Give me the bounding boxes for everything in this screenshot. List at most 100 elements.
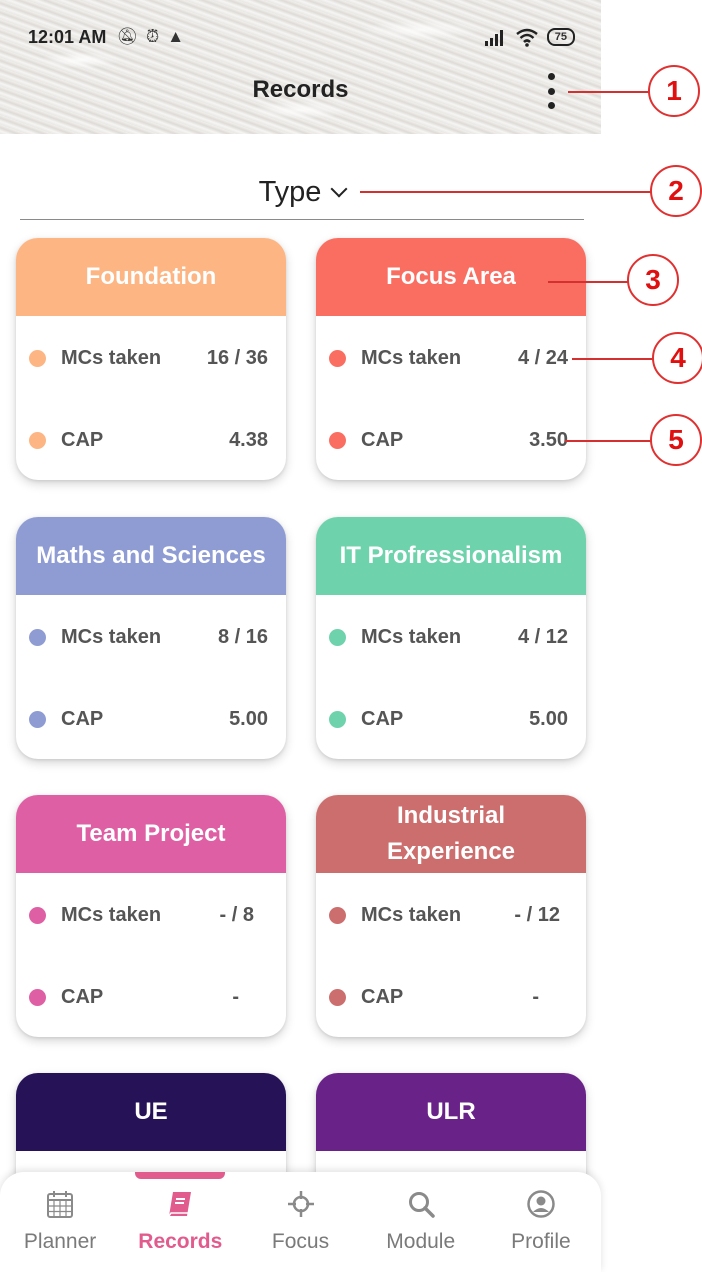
app-notification-icon: ▲ — [167, 27, 185, 46]
nav-records[interactable]: Records — [120, 1172, 240, 1272]
card-title: Maths and Sciences — [16, 517, 286, 595]
record-card-maths-and-sciences[interactable]: Maths and Sciences MCs taken 8 / 16 CAP … — [16, 517, 286, 759]
record-card-it-professionalism[interactable]: IT Profressionalism MCs taken 4 / 12 CAP… — [316, 517, 586, 759]
mcs-label: MCs taken — [61, 903, 162, 926]
card-title: Industrial Experience — [316, 795, 586, 873]
card-title: IT Profressionalism — [316, 517, 586, 595]
card-title: UE — [16, 1073, 286, 1151]
mcs-value: - / 12 — [514, 903, 560, 926]
cap-value: 4.38 — [229, 428, 268, 451]
bullet-dot — [29, 431, 46, 449]
mcs-label: MCs taken — [61, 346, 162, 369]
bullet-dot — [329, 628, 346, 646]
annotation-line — [572, 358, 656, 360]
annotation-line — [565, 440, 652, 442]
wifi-icon — [515, 28, 538, 47]
chevron-down-icon — [330, 180, 348, 198]
type-dropdown-label: Type — [258, 175, 322, 208]
nav-label: Focus — [271, 1230, 330, 1253]
signal-icon — [484, 30, 503, 46]
book-icon — [164, 1188, 196, 1220]
card-title: Team Project — [16, 795, 286, 873]
cap-value: 5.00 — [529, 707, 568, 730]
annotation-marker-2: 2 — [650, 165, 702, 217]
mcs-label: MCs taken — [361, 903, 462, 926]
mcs-label: MCs taken — [361, 625, 462, 648]
cap-row: CAP - — [316, 982, 586, 1012]
nav-planner[interactable]: Planner — [0, 1172, 120, 1272]
mcs-value: 4 / 24 — [517, 346, 568, 369]
mcs-row: MCs taken 4 / 12 — [316, 622, 586, 652]
annotation-line — [548, 281, 630, 283]
bullet-dot — [329, 349, 346, 367]
annotation-marker-4: 4 — [652, 332, 702, 384]
card-title: Foundation — [16, 238, 286, 316]
nav-label: Module — [386, 1230, 456, 1253]
cap-value: - — [532, 985, 539, 1008]
type-dropdown[interactable]: Type — [20, 165, 584, 220]
more-options-icon[interactable] — [541, 73, 561, 109]
cap-label: CAP — [61, 985, 104, 1008]
bullet-dot — [329, 906, 346, 924]
status-bar: 12:01 AM 🔕︎ ⏰︎ ▲ 75 — [28, 24, 575, 50]
mcs-row: MCs taken - / 8 — [16, 900, 286, 930]
cap-value: - — [232, 985, 239, 1008]
cap-row: CAP 4.38 — [16, 425, 286, 455]
mcs-row: MCs taken 16 / 36 — [16, 343, 286, 373]
annotation-marker-5: 5 — [650, 414, 702, 466]
cap-row: CAP 3.50 — [316, 425, 586, 455]
mcs-row: MCs taken 8 / 16 — [16, 622, 286, 652]
cap-label: CAP — [361, 428, 404, 451]
cap-value: 5.00 — [229, 707, 268, 730]
nav-label: Profile — [511, 1230, 571, 1253]
annotation-line — [568, 91, 650, 93]
cap-label: CAP — [61, 707, 104, 730]
nav-focus[interactable]: Focus — [240, 1172, 360, 1272]
mcs-row: MCs taken 4 / 24 — [316, 343, 586, 373]
bullet-dot — [329, 710, 346, 728]
cap-row: CAP - — [16, 982, 286, 1012]
mcs-label: MCs taken — [61, 625, 162, 648]
cap-label: CAP — [361, 985, 404, 1008]
mcs-row: MCs taken - / 12 — [316, 900, 586, 930]
bullet-dot — [329, 431, 346, 449]
bullet-dot — [29, 906, 46, 924]
crosshair-icon — [285, 1188, 317, 1220]
bullet-dot — [329, 988, 346, 1006]
nav-profile[interactable]: Profile — [481, 1172, 601, 1272]
annotation-marker-1: 1 — [648, 65, 700, 117]
nav-module[interactable]: Module — [361, 1172, 481, 1272]
annotation-line — [360, 191, 652, 193]
cap-label: CAP — [61, 428, 104, 451]
record-card-foundation[interactable]: Foundation MCs taken 16 / 36 CAP 4.38 — [16, 238, 286, 480]
mcs-label: MCs taken — [361, 346, 462, 369]
bullet-dot — [29, 988, 46, 1006]
active-tab-indicator — [135, 1172, 225, 1179]
bullet-dot — [29, 349, 46, 367]
nav-label: Records — [138, 1230, 223, 1253]
card-title: ULR — [316, 1073, 586, 1151]
record-card-focus-area[interactable]: Focus Area MCs taken 4 / 24 CAP 3.50 — [316, 238, 586, 480]
bullet-dot — [29, 710, 46, 728]
mcs-value: - / 8 — [219, 903, 254, 926]
cap-label: CAP — [361, 707, 404, 730]
cap-row: CAP 5.00 — [316, 704, 586, 734]
search-icon — [405, 1188, 437, 1220]
profile-icon — [525, 1188, 557, 1220]
calendar-icon — [44, 1188, 76, 1220]
page-title: Records — [252, 76, 349, 103]
mcs-value: 16 / 36 — [206, 346, 268, 369]
record-card-team-project[interactable]: Team Project MCs taken - / 8 CAP - — [16, 795, 286, 1037]
bullet-dot — [29, 628, 46, 646]
mute-icon: 🔕︎ — [116, 27, 138, 46]
nav-label: Planner — [23, 1230, 97, 1253]
cap-row: CAP 5.00 — [16, 704, 286, 734]
status-time: 12:01 AM — [28, 26, 107, 47]
cap-value: 3.50 — [529, 428, 568, 451]
alarm-icon: ⏰︎ — [145, 27, 160, 46]
card-title: Focus Area — [316, 238, 586, 316]
bottom-navigation: Planner Records Focus Module Profile — [0, 1172, 601, 1272]
mcs-value: 4 / 12 — [517, 625, 568, 648]
record-card-industrial-experience[interactable]: Industrial Experience MCs taken - / 12 C… — [316, 795, 586, 1037]
app-header: 12:01 AM 🔕︎ ⏰︎ ▲ 75 Records — [0, 0, 601, 134]
